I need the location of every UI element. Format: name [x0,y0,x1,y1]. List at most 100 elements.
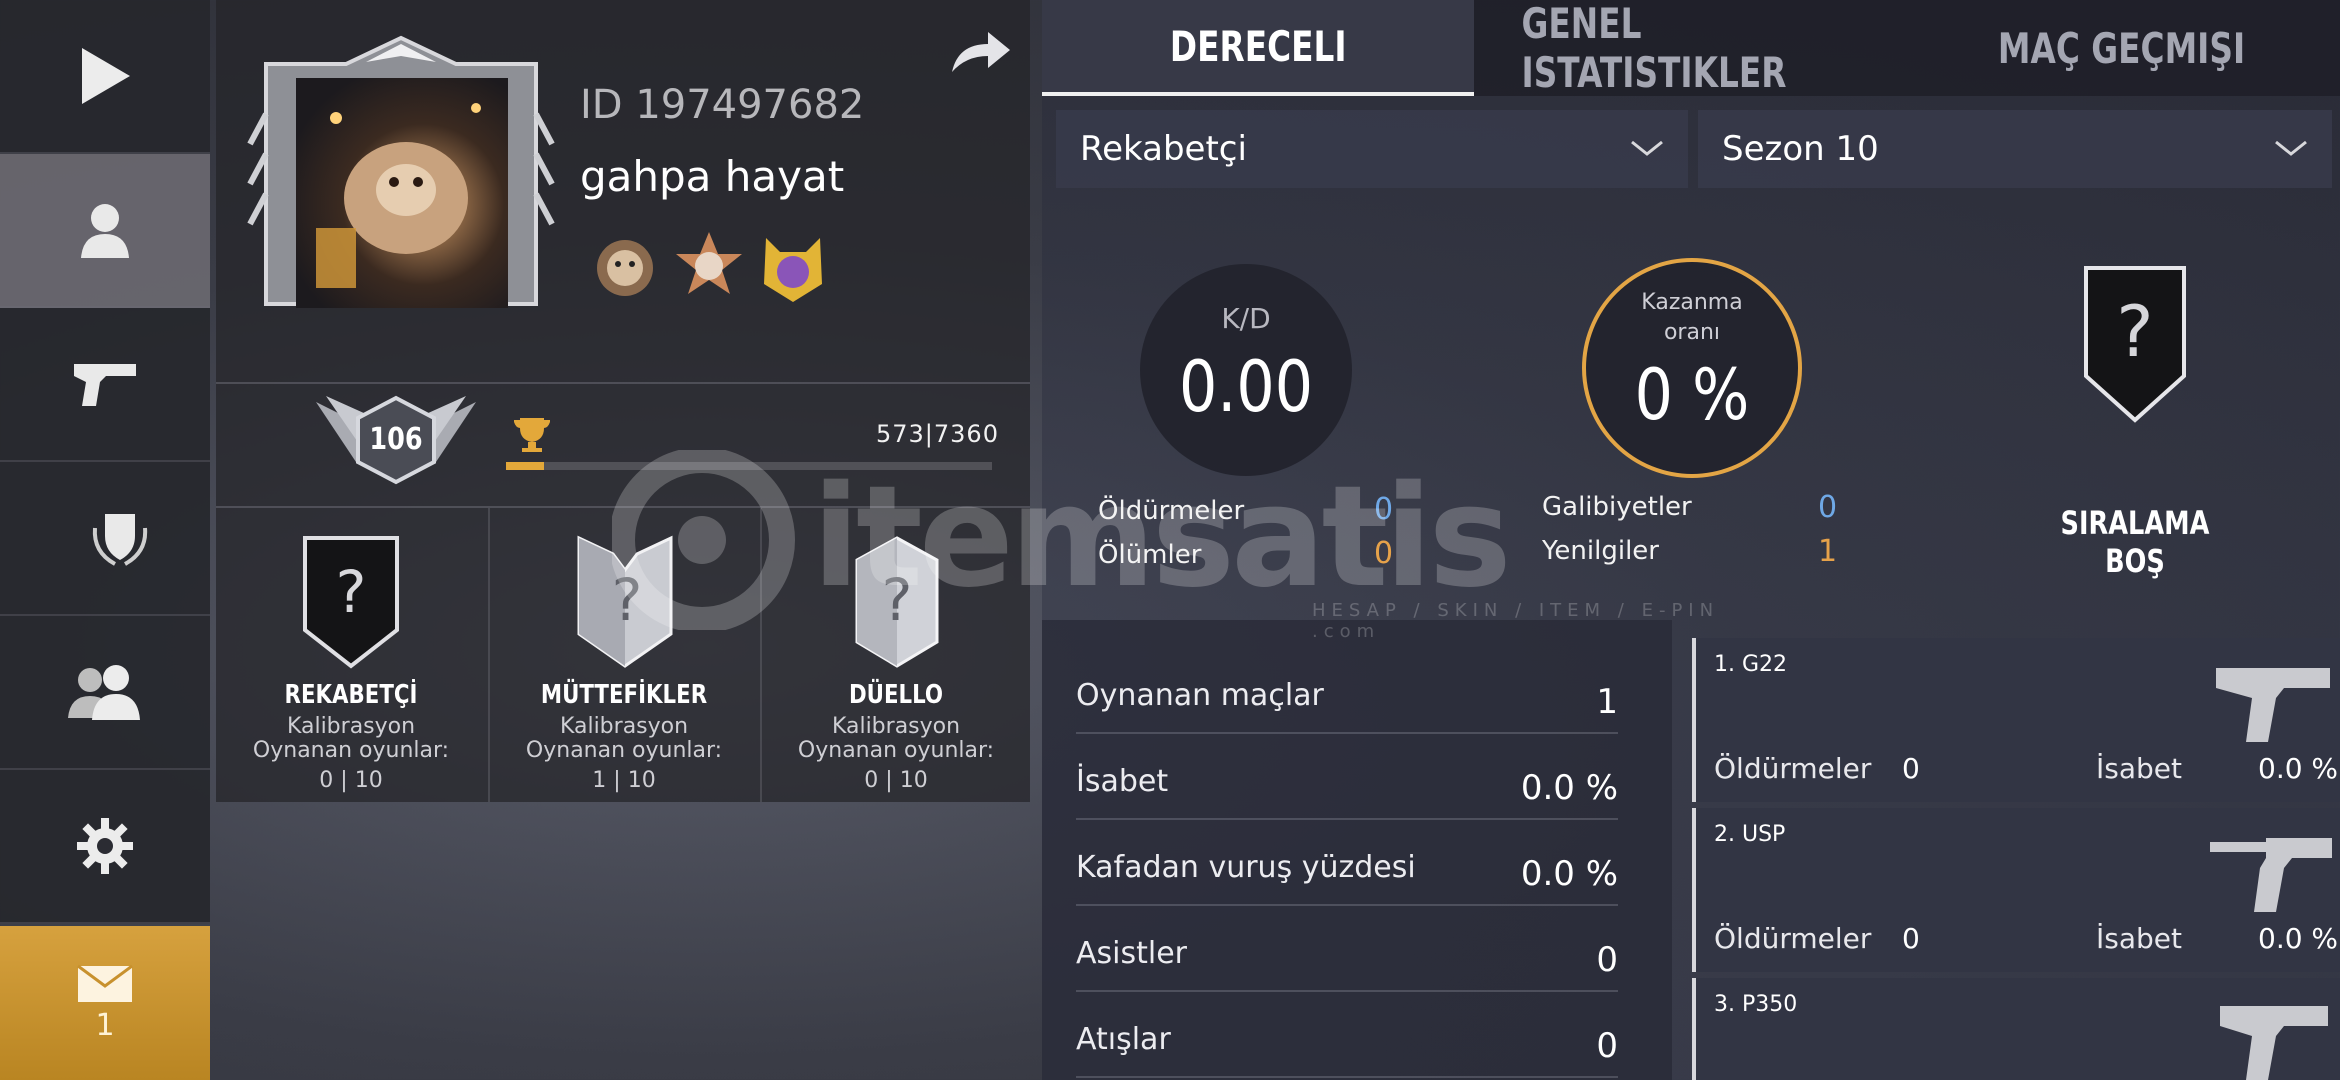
mode-title: MÜTTEFİKLER [540,680,708,710]
xp-progress-fill [506,462,544,470]
chevron-down-icon [1631,140,1663,156]
level-number: 106 [369,422,423,457]
weapon-accuracy-label: İsabet [2096,922,2182,955]
tab-bar: DERECELI GENEL ISTATISTIKLER MAÇ GEÇMIŞI [1042,0,2340,97]
mode-dropdown-value: Rekabetçi [1080,129,1247,169]
friends-icon [68,665,140,720]
rank-unknown-black-icon: ? [303,536,399,669]
kills-value: 0 [1374,492,1394,527]
avatar[interactable] [246,34,556,334]
sidebar-item-play[interactable] [0,0,210,154]
chevron-down-icon [2275,140,2307,156]
wins-value: 0 [1818,490,1838,525]
svg-text:?: ? [882,566,913,634]
rank-unknown-silver-icon: ? [577,535,673,668]
xp-text: 573|7360 [876,420,999,448]
table-row: Atışlar 0 [1076,992,1618,1078]
deaths-label: Ölümler [1098,540,1202,570]
mode-played-value: 0 | 10 [864,768,928,793]
stats-panel: DERECELI GENEL ISTATISTIKLER MAÇ GEÇMIŞI… [1042,0,2340,1080]
svg-text:?: ? [336,558,367,626]
weapon-accuracy-value: 0.0 % [2258,922,2339,955]
mode-card-duel[interactable]: ? DÜELLO Kalibrasyon Oynanan oyunlar: 0 … [760,508,1030,802]
xp-progress-bar [506,462,992,470]
mode-title: REKABETÇİ [284,680,418,710]
wins-label: Galibiyetler [1542,492,1692,522]
weapon-kills-value: 0 [1902,922,1920,955]
mode-title: DÜELLO [848,680,944,710]
weapon-kills-value: 0 [1902,752,1920,785]
season-dropdown-value: Sezon 10 [1722,129,1879,169]
pistol-g22-icon [2216,668,2330,742]
tab-match-history[interactable]: MAÇ GEÇMIŞI [1906,0,2338,96]
weapon-card-p350[interactable]: 3. P350 [1692,978,2340,1080]
medal-2025-badge-icon[interactable] [672,228,746,308]
mode-played-label: Oynanan oyunlar: [797,738,995,763]
sidebar-item-clan[interactable] [0,462,210,1068]
weapon-kills-label: Öldürmeler [1714,922,1872,955]
profile-panel: ID 197497682 gahpa hayat 106 573|7360 ? … [216,0,1030,802]
shield-wreath-icon [92,514,148,566]
mode-played-label: Oynanan oyunlar: [525,738,723,763]
weapon-kills-label: Öldürmeler [1714,752,1872,785]
svg-text:?: ? [2116,291,2153,373]
pistol-p350-icon [2220,1006,2328,1080]
mode-status: Kalibrasyon [286,714,416,739]
kd-value: 0.00 [1178,346,1314,428]
player-name: gahpa hayat [580,152,845,201]
table-row: Asistler 0 [1076,906,1618,992]
rank-unknown-hex-icon: ? [855,536,939,668]
sidebar-item-mail[interactable]: 1 [0,926,210,1080]
gear-icon [77,818,133,874]
detail-stats-table: Oynanan maçlar 1 İsabet 0.0 % Kafadan vuru… [1042,620,1672,1080]
mode-status: Kalibrasyon [559,714,689,739]
mode-card-competitive[interactable]: ? REKABETÇİ Kalibrasyon Oynanan oyunlar:… [216,508,486,802]
weapon-name: 3. P350 [1714,992,1798,1017]
mode-card-allies[interactable]: ? MÜTTEFİKLER Kalibrasyon Oynanan oyunla… [488,508,758,802]
mail-count-badge: 1 [95,1007,115,1043]
svg-text:?: ? [612,566,643,634]
mode-dropdown[interactable]: Rekabetçi [1056,110,1688,188]
play-icon [82,48,130,104]
weapon-name: 2. USP [1714,822,1786,847]
player-id: ID 197497682 [580,82,865,128]
share-arrow-icon [952,32,1010,72]
avatar-image [296,78,508,308]
weapon-accuracy-value: 0.0 % [2258,752,2339,785]
tab-ranked[interactable]: DERECELI [1042,0,1474,96]
share-button[interactable] [948,26,1012,76]
rank-unknown-icon: ? [2084,266,2186,423]
losses-label: Yenilgiler [1542,536,1659,566]
kd-label: K/D [1221,302,1271,335]
tab-general-stats[interactable]: GENEL ISTATISTIKLER [1474,0,1906,97]
win-rate-value: 0 % [1634,354,1750,436]
kills-label: Öldürmeler [1098,496,1245,526]
weapon-accuracy-label: İsabet [2096,752,2182,785]
kd-ratio-circle: K/D 0.00 [1140,264,1352,476]
cat-2025-badge-icon[interactable] [756,228,830,308]
table-row: Oynanan maçlar 1 [1076,648,1618,734]
monkey-badge-icon[interactable] [588,228,662,308]
weapon-card-g22[interactable]: 1. G22 Öldürmeler 0 İsabet 0.0 % [1692,638,2340,802]
sidebar-item-friends[interactable] [0,616,210,770]
weapon-name: 1. G22 [1714,652,1788,677]
pistol-icon [74,364,136,406]
deaths-value: 0 [1374,536,1394,571]
weapon-card-usp[interactable]: 2. USP Öldürmeler 0 İsabet 0.0 % [1692,808,2340,972]
season-dropdown[interactable]: Sezon 10 [1698,110,2332,188]
sidebar-item-profile[interactable] [0,154,210,308]
ranking-empty-text: SIRALAMA BOŞ [2060,504,2210,580]
sidebar-item-settings[interactable] [0,770,210,924]
sidebar-item-weapons[interactable] [0,308,210,462]
level-badge: 106 [316,392,476,488]
mode-played-label: Oynanan oyunlar: [252,738,450,763]
mode-played-value: 0 | 10 [319,768,383,793]
person-icon [81,204,129,258]
pistol-usp-icon [2210,838,2332,912]
envelope-icon [77,964,133,1002]
win-rate-circle: Kazanma oranı 0 % [1582,258,1802,478]
table-row: Kafadan vuruş yüzdesi 0.0 % [1076,820,1618,906]
sidebar: 1 [0,0,210,1080]
divider [216,382,1030,384]
trophy-icon [514,418,550,452]
